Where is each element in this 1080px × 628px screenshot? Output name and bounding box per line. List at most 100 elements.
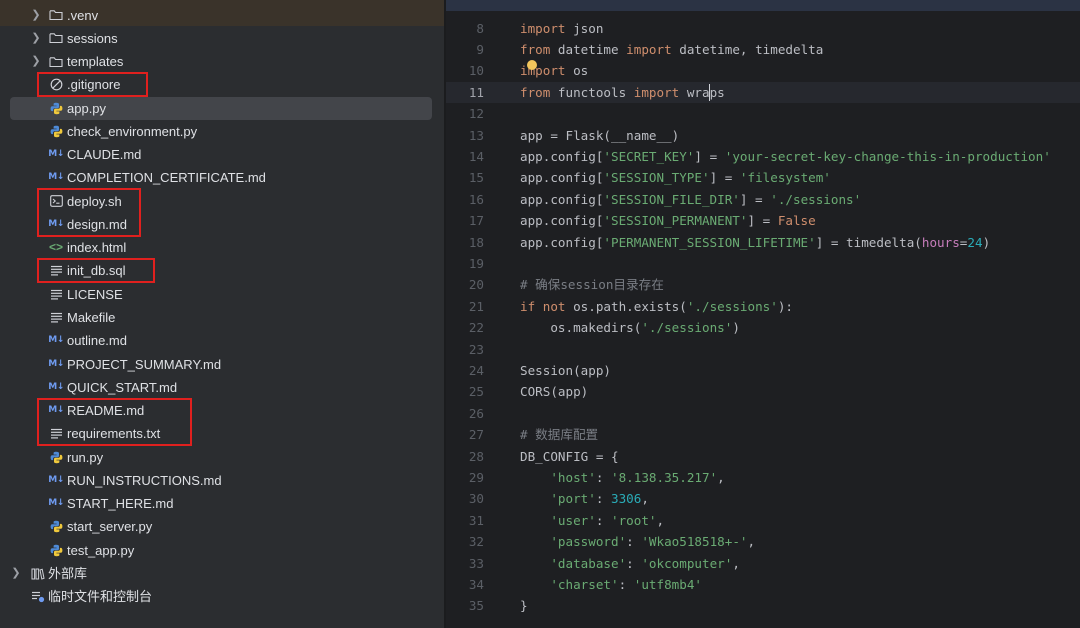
code-text[interactable]: app.config['SECRET_KEY'] = 'your-secret-…	[520, 146, 1051, 167]
tree-item[interactable]: app.py	[0, 96, 444, 120]
code-line[interactable]: 24 Session(app)	[446, 360, 1080, 381]
line-number[interactable]: 16	[446, 189, 484, 210]
line-number[interactable]: 13	[446, 125, 484, 146]
tree-item[interactable]: start_server.py	[0, 515, 444, 538]
line-number[interactable]: 35	[446, 595, 484, 616]
chevron-right-icon[interactable]: ❯	[10, 562, 22, 585]
line-number[interactable]: 14	[446, 146, 484, 167]
line-number[interactable]: 12	[446, 103, 484, 124]
code-line[interactable]: 32 'password': 'Wkao518518+-',	[446, 531, 1080, 552]
chevron-right-icon[interactable]: ❯	[30, 4, 42, 27]
code-line[interactable]: 12	[446, 103, 1080, 124]
tree-item[interactable]: M↓ RUN_INSTRUCTIONS.md	[0, 469, 444, 492]
line-number[interactable]: 20	[446, 274, 484, 295]
tree-item[interactable]: .gitignore	[0, 73, 444, 96]
code-line[interactable]: 23	[446, 339, 1080, 360]
code-text[interactable]: from functools import wraps	[520, 82, 725, 103]
tree-item[interactable]: M↓ CLAUDE.md	[0, 143, 444, 166]
line-number[interactable]: 34	[446, 574, 484, 595]
line-number[interactable]: 22	[446, 317, 484, 338]
code-line[interactable]: 18 app.config['PERMANENT_SESSION_LIFETIME…	[446, 232, 1080, 253]
code-text[interactable]: Session(app)	[520, 360, 611, 381]
code-text[interactable]: app.config['SESSION_PERMANENT'] = False	[520, 210, 816, 231]
code-editor[interactable]: 8 import json 9 from datetime import dateti…	[446, 0, 1080, 628]
code-line[interactable]: 19	[446, 253, 1080, 274]
tree-item[interactable]: check_environment.py	[0, 120, 444, 143]
tree-item[interactable]: ❯ 外部库	[0, 562, 444, 585]
code-text[interactable]: 'charset': 'utf8mb4'	[520, 574, 702, 595]
line-number[interactable]: 9	[446, 39, 484, 60]
code-line[interactable]: 26	[446, 403, 1080, 424]
tree-item[interactable]: init_db.sql	[0, 259, 444, 282]
tree-item[interactable]: ❯ .venv	[0, 4, 444, 27]
line-number[interactable]: 11	[446, 82, 484, 103]
code-text[interactable]: os.makedirs('./sessions')	[520, 317, 740, 338]
code-text[interactable]: 'user': 'root',	[520, 510, 664, 531]
line-number[interactable]: 32	[446, 531, 484, 552]
lightbulb-icon[interactable]	[527, 60, 537, 70]
code-line[interactable]: 34 'charset': 'utf8mb4'	[446, 574, 1080, 595]
tree-item[interactable]: deploy.sh	[0, 190, 444, 213]
code-line[interactable]: 13 app = Flask(__name__)	[446, 125, 1080, 146]
line-number[interactable]: 15	[446, 167, 484, 188]
line-number[interactable]: 24	[446, 360, 484, 381]
tree-item[interactable]: 临时文件和控制台	[0, 585, 444, 608]
line-number[interactable]: 8	[446, 18, 484, 39]
line-number[interactable]: 19	[446, 253, 484, 274]
code-line[interactable]: 25 CORS(app)	[446, 381, 1080, 402]
code-line[interactable]: 15 app.config['SESSION_TYPE'] = 'filesyst…	[446, 167, 1080, 188]
tree-item[interactable]: LICENSE	[0, 283, 444, 306]
line-number[interactable]: 31	[446, 510, 484, 531]
code-line[interactable]: 8 import json	[446, 18, 1080, 39]
line-number[interactable]: 21	[446, 296, 484, 317]
chevron-right-icon[interactable]: ❯	[30, 50, 42, 73]
code-text[interactable]: from datetime import datetime, timedelta	[520, 39, 823, 60]
tree-item[interactable]: <> index.html	[0, 236, 444, 259]
tree-item[interactable]: M↓ design.md	[0, 213, 444, 236]
code-text[interactable]: 'database': 'okcomputer',	[520, 553, 740, 574]
code-text[interactable]: 'host': '8.138.35.217',	[520, 467, 724, 488]
code-text[interactable]: app.config['PERMANENT_SESSION_LIFETIME']…	[520, 232, 990, 253]
code-text[interactable]: 'password': 'Wkao518518+-',	[520, 531, 755, 552]
tree-item[interactable]: M↓ outline.md	[0, 329, 444, 352]
line-number[interactable]: 10	[446, 60, 484, 81]
line-number[interactable]: 26	[446, 403, 484, 424]
tree-item[interactable]: M↓ README.md	[0, 399, 444, 422]
chevron-right-icon[interactable]: ❯	[30, 27, 42, 50]
code-line[interactable]: 22 os.makedirs('./sessions')	[446, 317, 1080, 338]
line-number[interactable]: 33	[446, 553, 484, 574]
tree-item[interactable]: M↓ COMPLETION_CERTIFICATE.md	[0, 166, 444, 189]
code-line[interactable]: 31 'user': 'root',	[446, 510, 1080, 531]
line-number[interactable]: 27	[446, 424, 484, 445]
line-number[interactable]: 30	[446, 488, 484, 509]
code-line[interactable]: 10 import os	[446, 60, 1080, 81]
code-text[interactable]: app.config['SESSION_TYPE'] = 'filesystem…	[520, 167, 831, 188]
tree-item[interactable]: Makefile	[0, 306, 444, 329]
line-number[interactable]: 17	[446, 210, 484, 231]
tree-item[interactable]: ❯ templates	[0, 50, 444, 73]
line-number[interactable]: 18	[446, 232, 484, 253]
tree-item[interactable]: M↓ PROJECT_SUMMARY.md	[0, 353, 444, 376]
code-line[interactable]: 11 from functools import wraps	[446, 81, 1080, 104]
code-line[interactable]: 28 DB_CONFIG = {	[446, 446, 1080, 467]
code-text[interactable]: # 数据库配置	[520, 424, 598, 445]
code-line[interactable]: 20 # 确保session目录存在	[446, 274, 1080, 295]
line-number[interactable]: 25	[446, 381, 484, 402]
code-line[interactable]: 17 app.config['SESSION_PERMANENT'] = Fals…	[446, 210, 1080, 231]
code-line[interactable]: 29 'host': '8.138.35.217',	[446, 467, 1080, 488]
line-number[interactable]: 28	[446, 446, 484, 467]
tree-item[interactable]: ❯ sessions	[0, 27, 444, 50]
code-text[interactable]: app = Flask(__name__)	[520, 125, 679, 146]
code-line[interactable]: 21 if not os.path.exists('./sessions'):	[446, 296, 1080, 317]
tree-item[interactable]: M↓ START_HERE.md	[0, 492, 444, 515]
code-text[interactable]: DB_CONFIG = {	[520, 446, 619, 467]
tree-item[interactable]: run.py	[0, 446, 444, 469]
code-line[interactable]: 27 # 数据库配置	[446, 424, 1080, 445]
code-text[interactable]: app.config['SESSION_FILE_DIR'] = './sess…	[520, 189, 861, 210]
code-line[interactable]: 30 'port': 3306,	[446, 488, 1080, 509]
tree-item[interactable]: test_app.py	[0, 539, 444, 562]
code-line[interactable]: 9 from datetime import datetime, timedelt…	[446, 39, 1080, 60]
line-number[interactable]: 29	[446, 467, 484, 488]
code-line[interactable]: 16 app.config['SESSION_FILE_DIR'] = './se…	[446, 189, 1080, 210]
code-text[interactable]: import json	[520, 18, 603, 39]
